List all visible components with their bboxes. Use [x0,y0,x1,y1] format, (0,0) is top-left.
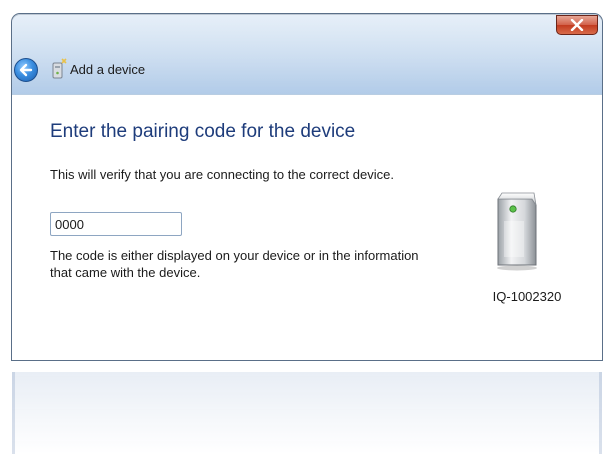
add-device-icon [52,58,67,79]
window-title: Add a device [70,62,146,77]
add-device-window: Add a device Enter the pairing code for … [12,14,602,360]
page-heading: Enter the pairing code for the device [50,121,356,142]
window-reflection [12,372,602,454]
screenshot-stage: Add a device Enter the pairing code for … [0,0,607,454]
code-hint: The code is either displayed on your dev… [50,248,419,280]
computer-tower-icon [497,192,537,271]
pairing-code-input[interactable] [50,212,182,236]
dialog-content: Enter the pairing code for the device Th… [12,94,602,360]
close-icon [570,19,584,31]
close-button[interactable] [556,15,598,35]
verify-description: This will verify that you are connecting… [50,167,394,182]
device-name: IQ-1002320 [492,289,562,304]
back-button[interactable] [14,58,38,82]
back-arrow-icon [19,63,33,77]
